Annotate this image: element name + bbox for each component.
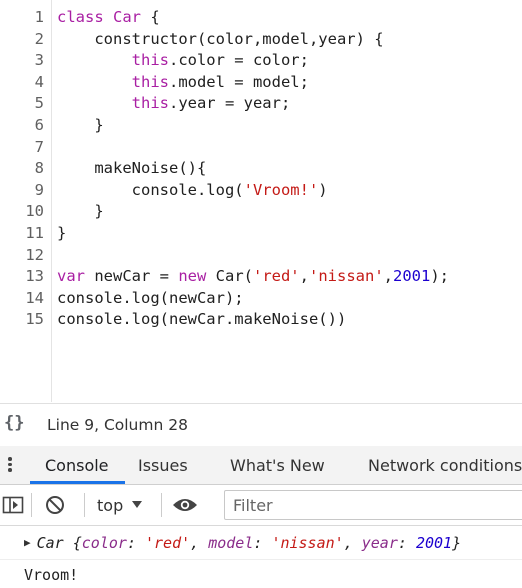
code-text: console.log(newCar); [57, 287, 244, 309]
code-token: Car( [215, 267, 253, 286]
code-token: { [141, 8, 160, 26]
toolbar-divider [84, 493, 85, 517]
code-token: ); [430, 267, 449, 286]
code-token: 2001 [393, 267, 431, 286]
line-number: 15 [25, 310, 44, 329]
code-token: ) [318, 180, 328, 199]
line-number: 1 [34, 8, 44, 26]
code-token: console.log(newCar); [57, 288, 244, 307]
dropdown-arrow-icon [132, 501, 143, 508]
code-token: this [131, 51, 169, 70]
line-number: 8 [34, 159, 44, 178]
show-sidebar-icon[interactable] [2, 495, 24, 515]
code-token: 'Vroom!' [243, 180, 319, 199]
code-token: } [57, 116, 104, 134]
toolbar-divider [31, 493, 32, 517]
code-token: console.log( [57, 180, 244, 199]
tab-console[interactable]: Console [45, 456, 109, 475]
drawer-tab-bar: Console Issues What's New Network condit… [0, 446, 522, 485]
line-number: 6 [34, 116, 44, 134]
line-number: 11 [25, 224, 44, 242]
code-token: var [57, 267, 95, 286]
console-output: ▶ Car {color: 'red', model: 'nissan', yea… [0, 526, 522, 588]
code-token: Car [113, 8, 141, 26]
code-token: .year = year; [168, 94, 291, 113]
code-text: this.model = model; [57, 71, 309, 93]
code-text: console.log(newCar.makeNoise()) [57, 308, 346, 330]
line-number: 5 [34, 94, 44, 113]
code-text: this.color = color; [57, 49, 309, 71]
code-token: constructor(color,model,year) { [57, 29, 384, 48]
code-text: constructor(color,model,year) { [57, 28, 384, 50]
console-toolbar: top [0, 485, 522, 526]
context-label: top [97, 496, 124, 515]
message-divider [0, 559, 522, 560]
code-token: console.log(newCar.makeNoise()) [57, 310, 347, 329]
line-number: 12 [25, 245, 44, 264]
code-text: } [57, 200, 104, 222]
expand-triangle-icon[interactable]: ▶ [24, 536, 31, 549]
tab-network-conditions[interactable]: Network conditions [368, 456, 522, 475]
code-text: } [57, 114, 104, 136]
pretty-print-icon[interactable]: {} [4, 413, 24, 433]
clear-console-icon[interactable] [45, 495, 65, 515]
editor-status-bar: {} Line 9, Column 28 [0, 403, 522, 447]
code-token: } [57, 224, 67, 242]
code-token: .model = model; [168, 72, 309, 91]
line-number: 9 [34, 180, 44, 199]
code-token: this [131, 72, 169, 91]
code-token: this [131, 94, 169, 113]
live-expression-eye-icon[interactable] [172, 496, 198, 514]
code-token: new [178, 267, 216, 286]
code-text: this.year = year; [57, 92, 291, 114]
line-number: 7 [34, 137, 44, 156]
code-token: 'red' [252, 267, 300, 286]
line-number: 13 [25, 267, 44, 286]
console-message-log: Vroom! [24, 566, 79, 584]
context-selector[interactable]: top [97, 496, 143, 515]
code-editor[interactable]: 1 class Car {2 constructor(color,model,ye… [0, 0, 522, 402]
code-token: , [383, 267, 393, 286]
line-number: 10 [25, 202, 44, 221]
code-token: makeNoise(){ [57, 159, 207, 178]
code-text: console.log('Vroom!') [57, 179, 328, 201]
code-token: } [57, 202, 104, 221]
line-number: 14 [25, 288, 44, 307]
tab-issues[interactable]: Issues [138, 456, 188, 475]
filter-input[interactable] [231, 491, 515, 519]
code-text: } [57, 222, 66, 244]
line-number: 3 [34, 51, 44, 70]
code-token: class [57, 8, 113, 26]
console-message-object[interactable]: ▶ Car {color: 'red', model: 'nissan', yea… [24, 534, 461, 552]
code-token: , [299, 267, 309, 286]
code-text: var newCar = new Car('red','nissan',2001… [57, 265, 449, 287]
cursor-position: Line 9, Column 28 [47, 416, 188, 434]
line-number: 4 [34, 72, 44, 91]
toolbar-divider [161, 493, 162, 517]
filter-box[interactable] [224, 490, 522, 520]
code-token: 'nissan' [309, 267, 384, 286]
code-token: newCar = [94, 267, 179, 286]
more-tabs-menu-icon[interactable] [8, 455, 14, 474]
code-token: .color = color; [168, 51, 309, 70]
object-class-name: Car [36, 534, 64, 552]
code-text: makeNoise(){ [57, 157, 206, 179]
code-text: class Car { [57, 6, 160, 28]
tab-whats-new[interactable]: What's New [230, 456, 325, 475]
line-number: 2 [34, 29, 44, 48]
active-tab-indicator [30, 481, 125, 484]
